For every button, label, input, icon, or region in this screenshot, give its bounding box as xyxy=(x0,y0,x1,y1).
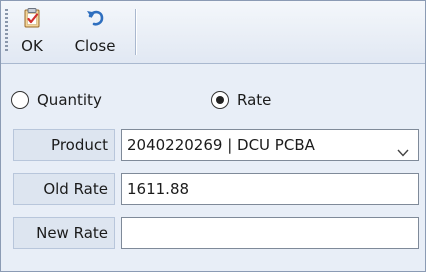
new-rate-field[interactable] xyxy=(121,217,419,249)
close-button-label: Close xyxy=(74,37,116,55)
old-rate-field[interactable]: 1611.88 xyxy=(121,173,419,205)
old-rate-row: Old Rate 1611.88 xyxy=(13,173,423,207)
ok-button-label: OK xyxy=(21,37,43,55)
product-select[interactable]: 2040220269 | DCU PCBA xyxy=(121,129,419,161)
update-rate-window: OK Close Quantity Rate Product 204022026… xyxy=(0,0,426,272)
close-button[interactable]: Close xyxy=(67,7,123,59)
undo-arrow-icon xyxy=(84,7,106,29)
ok-button[interactable]: OK xyxy=(11,7,53,59)
product-select-value: 2040220269 | DCU PCBA xyxy=(127,136,315,154)
quantity-radio[interactable]: Quantity xyxy=(11,91,102,109)
mode-radio-group: Quantity Rate xyxy=(1,87,425,117)
toolbar-separator xyxy=(135,9,136,55)
rate-radio-circle[interactable] xyxy=(211,91,229,109)
chevron-down-icon[interactable] xyxy=(396,139,410,157)
product-row: Product 2040220269 | DCU PCBA xyxy=(13,129,423,163)
new-rate-row: New Rate xyxy=(13,217,423,251)
rate-radio[interactable]: Rate xyxy=(211,91,271,109)
toolbar: OK Close xyxy=(1,1,425,64)
old-rate-label: Old Rate xyxy=(13,173,115,205)
quantity-radio-label: Quantity xyxy=(37,91,102,109)
new-rate-label: New Rate xyxy=(13,217,115,249)
clipboard-check-icon xyxy=(21,7,43,29)
rate-radio-label: Rate xyxy=(237,91,272,109)
toolbar-grip[interactable] xyxy=(5,9,8,53)
product-label: Product xyxy=(13,129,115,161)
quantity-radio-circle[interactable] xyxy=(11,91,29,109)
